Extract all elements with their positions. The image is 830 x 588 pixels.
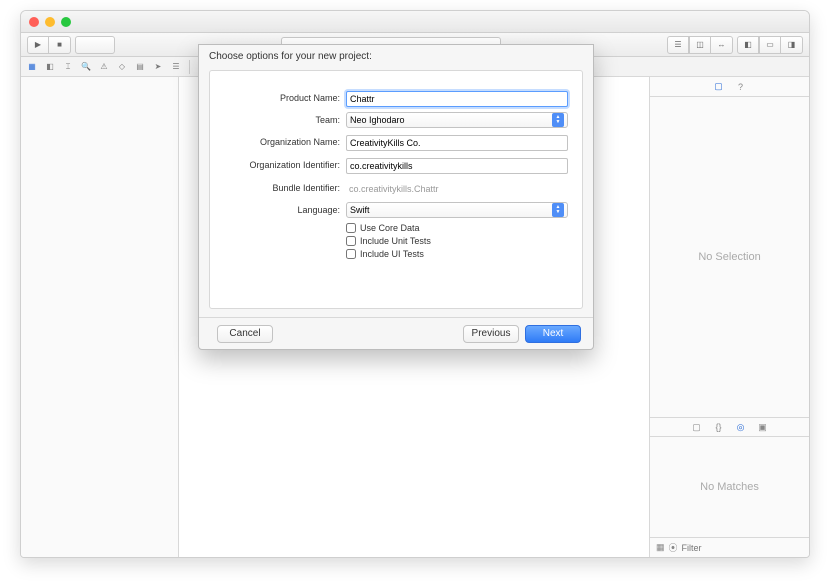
test-navigator-icon[interactable]: ◇ bbox=[115, 60, 129, 74]
project-navigator-icon[interactable]: ▦ bbox=[25, 60, 39, 74]
unit-tests-label: Include Unit Tests bbox=[360, 236, 431, 246]
ui-tests-label: Include UI Tests bbox=[360, 249, 424, 259]
find-navigator-icon[interactable]: 🔍 bbox=[79, 60, 93, 74]
sheet-footer: Cancel Previous Next bbox=[199, 317, 593, 349]
scheme-button[interactable] bbox=[75, 36, 115, 54]
sheet-title: Choose options for your new project: bbox=[199, 45, 593, 66]
language-select[interactable]: Swift ▲▼ bbox=[346, 202, 568, 218]
minimize-window-button[interactable] bbox=[45, 17, 55, 27]
toggle-debug-button[interactable]: ▭ bbox=[759, 36, 781, 54]
library-body: No Matches bbox=[650, 437, 809, 537]
team-label: Team: bbox=[224, 115, 346, 125]
no-matches-label: No Matches bbox=[700, 481, 759, 493]
source-control-icon[interactable]: ◧ bbox=[43, 60, 57, 74]
code-snippet-library-icon[interactable]: {} bbox=[713, 421, 725, 433]
library-filter-input[interactable] bbox=[682, 543, 803, 553]
bundle-id-label: Bundle Identifier: bbox=[224, 183, 346, 193]
help-inspector-icon[interactable]: ? bbox=[735, 81, 747, 93]
next-button[interactable]: Next bbox=[525, 325, 581, 343]
new-project-options-sheet: Choose options for your new project: Pro… bbox=[198, 44, 594, 350]
inspector-tabs: ▢ ? bbox=[650, 77, 809, 97]
previous-button[interactable]: Previous bbox=[463, 325, 519, 343]
breakpoint-navigator-icon[interactable]: ➤ bbox=[151, 60, 165, 74]
language-label: Language: bbox=[224, 205, 346, 215]
chevron-updown-icon: ▲▼ bbox=[552, 203, 564, 217]
org-name-input[interactable] bbox=[346, 135, 568, 151]
org-name-label: Organization Name: bbox=[224, 137, 346, 147]
debug-navigator-icon[interactable]: ▤ bbox=[133, 60, 147, 74]
core-data-checkbox[interactable] bbox=[346, 223, 356, 233]
inspector-body: No Selection bbox=[650, 97, 809, 417]
zoom-window-button[interactable] bbox=[61, 17, 71, 27]
traffic-lights bbox=[29, 17, 71, 27]
sheet-body: Product Name: Team: Neo Ighodaro ▲▼ Orga… bbox=[209, 70, 583, 309]
no-selection-label: No Selection bbox=[698, 251, 760, 263]
grid-view-icon[interactable]: ▦ bbox=[656, 542, 665, 553]
product-name-input[interactable] bbox=[346, 91, 568, 107]
team-select-value: Neo Ighodaro bbox=[350, 115, 405, 125]
close-window-button[interactable] bbox=[29, 17, 39, 27]
team-select[interactable]: Neo Ighodaro ▲▼ bbox=[346, 112, 568, 128]
stop-button[interactable]: ■ bbox=[49, 36, 71, 54]
cancel-button[interactable]: Cancel bbox=[217, 325, 273, 343]
symbol-navigator-icon[interactable]: ⌶ bbox=[61, 60, 75, 74]
file-inspector-icon[interactable]: ▢ bbox=[713, 81, 725, 93]
editor-assistant-button[interactable]: ◫ bbox=[689, 36, 711, 54]
inspector-pane: ▢ ? No Selection ▢ {} ◎ ▣ No Matches ▦ ⦿ bbox=[649, 77, 809, 557]
chevron-updown-icon: ▲▼ bbox=[552, 113, 564, 127]
org-id-label: Organization Identifier: bbox=[224, 160, 346, 170]
navigator-pane bbox=[21, 77, 179, 557]
filter-icon: ⦿ bbox=[669, 541, 678, 554]
ui-tests-checkbox[interactable] bbox=[346, 249, 356, 259]
issue-navigator-icon[interactable]: ⚠ bbox=[97, 60, 111, 74]
media-library-icon[interactable]: ▣ bbox=[757, 421, 769, 433]
toggle-inspector-button[interactable]: ◨ bbox=[781, 36, 803, 54]
org-id-input[interactable] bbox=[346, 158, 568, 174]
editor-version-button[interactable]: ↔ bbox=[711, 36, 733, 54]
core-data-label: Use Core Data bbox=[360, 223, 420, 233]
product-name-label: Product Name: bbox=[224, 93, 346, 103]
unit-tests-checkbox[interactable] bbox=[346, 236, 356, 246]
library-filter-bar: ▦ ⦿ bbox=[650, 537, 809, 557]
report-navigator-icon[interactable]: ☰ bbox=[169, 60, 183, 74]
library-tabs: ▢ {} ◎ ▣ bbox=[650, 417, 809, 437]
object-library-icon[interactable]: ◎ bbox=[735, 421, 747, 433]
file-template-library-icon[interactable]: ▢ bbox=[691, 421, 703, 433]
toggle-navigator-button[interactable]: ◧ bbox=[737, 36, 759, 54]
editor-standard-button[interactable]: ☰ bbox=[667, 36, 689, 54]
run-button[interactable]: ▶ bbox=[27, 36, 49, 54]
titlebar bbox=[21, 11, 809, 33]
bundle-id-value: co.creativitykills.Chattr bbox=[346, 184, 439, 194]
language-select-value: Swift bbox=[350, 205, 370, 215]
